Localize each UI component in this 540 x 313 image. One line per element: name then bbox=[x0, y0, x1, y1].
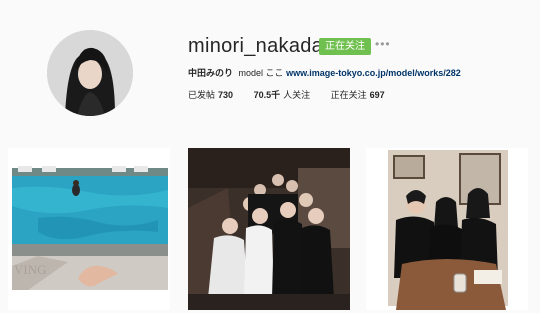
avatar-photo bbox=[47, 30, 133, 116]
post-tile-pool[interactable]: VING bbox=[8, 148, 170, 310]
avatar[interactable] bbox=[47, 30, 133, 116]
post-tile-group[interactable] bbox=[188, 148, 350, 310]
bio-text: model ここ bbox=[238, 68, 284, 78]
stat-posts-value: 730 bbox=[218, 90, 234, 100]
stat-posts: 已发帖 730 bbox=[188, 88, 233, 101]
stat-posts-label: 已发帖 bbox=[188, 90, 216, 100]
stat-followers[interactable]: 70.5千 人关注 bbox=[254, 88, 311, 101]
stat-followers-label: 人关注 bbox=[283, 90, 311, 100]
group-photo bbox=[188, 148, 350, 310]
following-button[interactable]: 正在关注 bbox=[319, 38, 371, 55]
username: minori_nakada bbox=[188, 35, 324, 57]
bio-link[interactable]: www.image-tokyo.co.jp/model/works/282 bbox=[286, 68, 461, 78]
stat-following[interactable]: 正在关注 697 bbox=[331, 88, 385, 101]
stat-following-value: 697 bbox=[369, 90, 385, 100]
pool-deck-text: VING bbox=[14, 262, 47, 277]
pool-photo: VING bbox=[8, 148, 170, 310]
stats-row: 已发帖 730 70.5千 人关注 正在关注 697 bbox=[188, 88, 403, 101]
bio: 中田みのり model ここ www.image-tokyo.co.jp/mod… bbox=[188, 66, 461, 79]
more-dots-icon[interactable]: ••• bbox=[375, 37, 391, 51]
post-tile-friends[interactable] bbox=[366, 148, 528, 310]
stat-followers-value: 70.5千 bbox=[253, 90, 281, 100]
stat-following-label: 正在关注 bbox=[330, 90, 367, 100]
friends-photo bbox=[366, 148, 528, 310]
display-name: 中田みのり bbox=[188, 68, 234, 78]
